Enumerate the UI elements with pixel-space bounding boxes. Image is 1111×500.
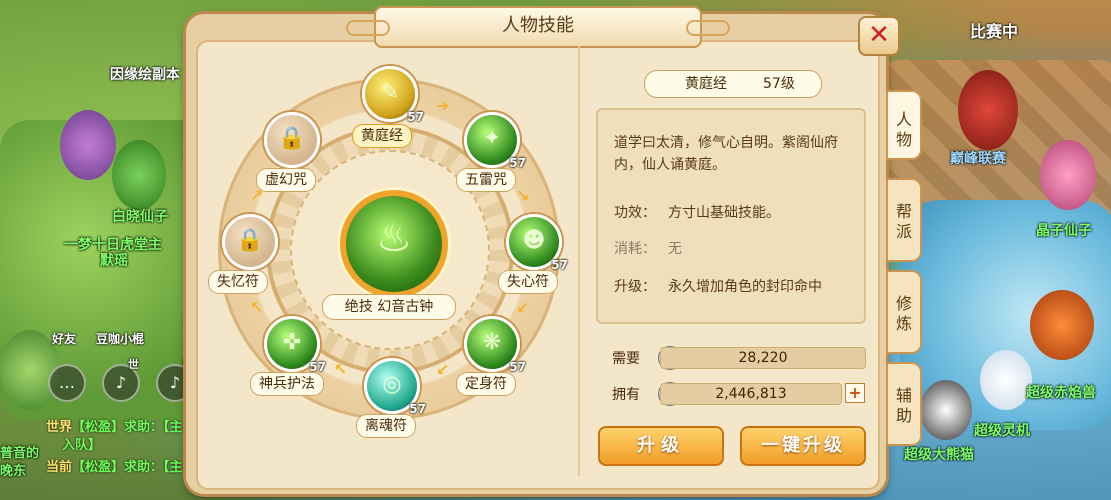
- arrow-icon: ↖: [334, 360, 348, 379]
- arrow-icon: ↘: [516, 186, 530, 205]
- world-label: 普音的: [0, 446, 40, 461]
- skill-detail-box: 道学曰太清，修气心自明。紫阁仙府内，仙人诵黄庭。 功效： 方寸山基础技能。 消耗：…: [596, 108, 866, 324]
- world-label: 超级大熊猫: [904, 447, 974, 463]
- world-label: 白晓仙子: [112, 209, 168, 225]
- ultimate-skill-button[interactable]: ♨: [340, 190, 448, 298]
- skill-label[interactable]: 离魂符: [356, 414, 416, 438]
- npc-sprite[interactable]: [1040, 140, 1096, 210]
- skill-description: 道学曰太清，修气心自明。紫阁仙府内，仙人诵黄庭。: [614, 135, 838, 173]
- world-label: 世: [128, 358, 139, 371]
- cost-need-value: 28,220: [660, 347, 866, 369]
- skill-detail-header: 黄庭经 57级: [644, 70, 822, 98]
- chat-line: 世界【松盈】求助：【主: [46, 420, 183, 435]
- skill-label[interactable]: 失忆符: [208, 270, 268, 294]
- close-button[interactable]: ✕: [858, 16, 900, 56]
- npc-sprite[interactable]: [1030, 290, 1094, 360]
- upgrade-all-button[interactable]: 一键升级: [740, 426, 866, 466]
- npc-sprite[interactable]: [958, 70, 1018, 150]
- upgrade-button[interactable]: 升级: [598, 426, 724, 466]
- skill-node-wuleizhou[interactable]: ✦ 57: [464, 112, 526, 170]
- tab-character[interactable]: 人物: [886, 90, 922, 160]
- skill-node-shiyifu[interactable]: 🔒: [222, 214, 278, 270]
- lock-icon: 🔒: [278, 126, 306, 151]
- bell-skill-icon: ♨: [376, 215, 412, 261]
- chat-line: 当前【松盈】求助：【主: [46, 460, 183, 475]
- cost-own-value: 2,446,813: [660, 383, 842, 405]
- cost-need-label: 需要: [612, 351, 640, 367]
- arrow-icon: ➜: [436, 96, 450, 115]
- world-label: 晚东: [0, 464, 27, 479]
- npc-sprite[interactable]: [0, 330, 60, 410]
- skill-node-shixinfu[interactable]: ☻ 57: [506, 214, 568, 272]
- skill-label[interactable]: 黄庭经: [352, 124, 412, 148]
- world-label: 晶子仙子: [1036, 223, 1092, 239]
- skill-label[interactable]: 定身符: [456, 372, 516, 396]
- world-label: 超级赤焰兽: [1026, 385, 1096, 401]
- skill-upgrade-row: 升级： 永久增加角色的封印命中: [614, 279, 822, 295]
- npc-sprite[interactable]: [60, 110, 116, 180]
- close-icon: ✕: [868, 20, 890, 50]
- panel-divider: [578, 46, 580, 476]
- skill-detail-level: 57级: [763, 76, 795, 92]
- world-label: 默瑶: [100, 253, 128, 269]
- lock-icon: 🔒: [236, 228, 264, 253]
- world-label: 巅峰联赛: [950, 151, 1006, 167]
- npc-sprite[interactable]: [920, 380, 972, 440]
- skill-node-shenbinghufa[interactable]: ✜ 57: [264, 316, 326, 374]
- cost-own-label: 拥有: [612, 387, 640, 403]
- arrow-icon: ↗: [250, 186, 264, 205]
- world-label: 超级灵机: [974, 423, 1030, 439]
- skill-label[interactable]: 失心符: [498, 270, 558, 294]
- skill-detail-name: 黄庭经: [685, 76, 727, 92]
- npc-sprite[interactable]: [112, 140, 166, 210]
- skill-label[interactable]: 五雷咒: [456, 168, 516, 192]
- arrow-icon: ↖: [250, 298, 264, 317]
- chat-line: 入队】: [62, 438, 102, 453]
- chat-icon[interactable]: …: [48, 364, 86, 402]
- ultimate-skill-label: 绝技 幻音古钟: [322, 294, 456, 320]
- arrow-icon: ↙: [516, 298, 530, 317]
- tab-guild[interactable]: 帮派: [886, 178, 922, 262]
- tab-assist[interactable]: 辅助: [886, 362, 922, 446]
- world-label: 比赛中: [970, 22, 1019, 41]
- skill-cost-row: 消耗：无: [614, 241, 682, 257]
- world-label: 因缘绘副本: [110, 67, 180, 83]
- world-label: 好友: [52, 332, 77, 346]
- npc-sprite[interactable]: [980, 350, 1032, 410]
- world-label: 豆咖小棍: [96, 332, 145, 346]
- skill-node-lihunfu[interactable]: ◎ 57: [364, 358, 426, 416]
- add-currency-button[interactable]: +: [845, 383, 865, 403]
- arrow-icon: ↙: [436, 360, 450, 379]
- skill-node-dingshenfu[interactable]: ❋ 57: [464, 316, 526, 374]
- tab-cultivation[interactable]: 修炼: [886, 270, 922, 354]
- skill-node-huangtingjing[interactable]: ✎ 57: [362, 66, 424, 124]
- skill-node-xuhuanzhou[interactable]: 🔒: [264, 112, 320, 168]
- skill-label[interactable]: 神兵护法: [250, 372, 324, 396]
- skill-effect-row: 功效： 方寸山基础技能。: [614, 205, 780, 221]
- skill-label[interactable]: 虚幻咒: [256, 168, 316, 192]
